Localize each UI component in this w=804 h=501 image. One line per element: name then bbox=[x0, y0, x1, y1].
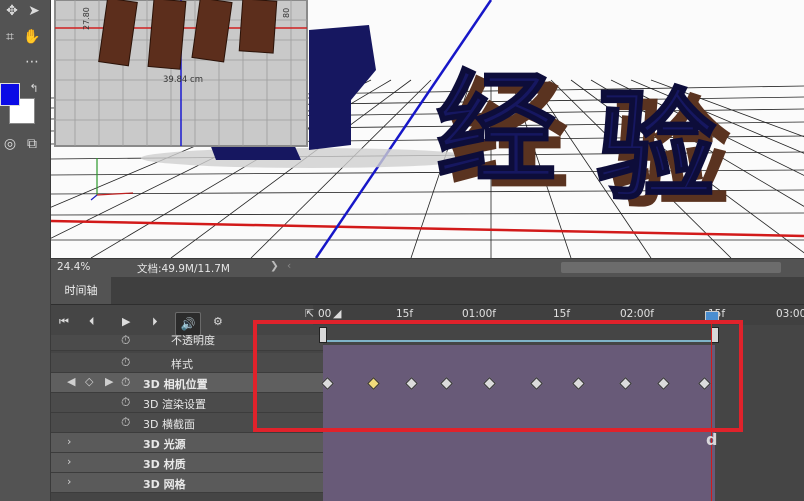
playhead-handle[interactable] bbox=[705, 311, 719, 323]
watermark: d bbox=[706, 430, 718, 449]
row-label: 样式 bbox=[171, 358, 193, 371]
layer-row-opacity[interactable]: ⏱ 不透明度 bbox=[51, 333, 323, 351]
stopwatch-icon[interactable]: ⏱ bbox=[121, 395, 130, 410]
row-label: 3D 渲染设置 bbox=[143, 398, 206, 411]
layer-row-camera-position[interactable]: ◀ ◇ ▶ ⏱ 3D 相机位置 bbox=[51, 373, 323, 393]
settings-gear-icon[interactable]: ⚙ bbox=[213, 315, 223, 328]
tools-panel: ✥ ➤ ⌗ ✋ ⋯ ↰ ◎ ⧉ bbox=[0, 0, 51, 501]
keyframe-track bbox=[321, 377, 723, 391]
ruler-tick: 00 bbox=[318, 308, 332, 320]
move-tool-icon[interactable]: ✥ bbox=[2, 4, 22, 18]
track-area[interactable] bbox=[319, 325, 804, 501]
scroll-left-icon[interactable]: ‹ bbox=[287, 260, 291, 272]
time-ruler[interactable]: ⇱ ◢ 00 15f 01:00f 15f 02:00f 15f 03:00 bbox=[305, 305, 804, 325]
ruler-tick: 02:00f bbox=[620, 308, 654, 320]
row-label: 3D 相机位置 bbox=[143, 378, 208, 391]
status-bar: 24.4% 文档:49.9M/11.7M ❯ ‹ bbox=[51, 258, 804, 277]
layer-group-meshes[interactable]: › 3D 网格 bbox=[51, 473, 323, 493]
screen-mode-icon[interactable]: ⧉ bbox=[22, 137, 42, 151]
stopwatch-icon[interactable]: ⏱ bbox=[121, 375, 130, 390]
expand-chevron-icon[interactable]: › bbox=[67, 455, 71, 468]
row-label: 3D 网格 bbox=[143, 478, 186, 491]
ruler-tick: 03:00 bbox=[776, 308, 804, 320]
ruler-tick: 15f bbox=[396, 308, 414, 320]
keyframe-diamond[interactable] bbox=[530, 377, 543, 390]
row-label: 3D 横截面 bbox=[143, 418, 195, 431]
object-shadow bbox=[141, 148, 481, 168]
quick-mask-icon[interactable]: ◎ bbox=[0, 137, 20, 151]
3d-scene[interactable]: 经 经 验 验 27.80 80 39.84 cm bbox=[51, 0, 804, 258]
next-keyframe-icon[interactable]: ▶ bbox=[105, 375, 113, 388]
playhead-line[interactable] bbox=[711, 313, 712, 501]
work-area-bar[interactable] bbox=[319, 327, 719, 343]
layer-row-render-settings[interactable]: ⏱ 3D 渲染设置 bbox=[51, 393, 323, 413]
document-size: 文档:49.9M/11.7M bbox=[137, 263, 230, 275]
keyframe-diamond[interactable] bbox=[440, 377, 453, 390]
expand-chevron-icon[interactable]: › bbox=[67, 475, 71, 488]
keyframe-diamond[interactable] bbox=[698, 377, 711, 390]
keyframe-diamond[interactable] bbox=[619, 377, 632, 390]
swap-colors-icon[interactable]: ↰ bbox=[24, 82, 44, 96]
layer-group-materials[interactable]: › 3D 材质 bbox=[51, 453, 323, 473]
3d-char-2: 验 bbox=[596, 78, 716, 217]
first-frame-icon[interactable]: ⏮ bbox=[59, 315, 69, 329]
foreground-color-swatch[interactable] bbox=[0, 83, 20, 106]
next-frame-icon[interactable]: ⏵ bbox=[152, 315, 158, 329]
row-label: 不透明度 bbox=[171, 334, 215, 347]
split-at-playhead-icon[interactable]: ⇱ bbox=[305, 307, 314, 320]
layer-row-cross-section[interactable]: ⏱ 3D 横截面 bbox=[51, 413, 323, 433]
inset-measure-vertical: 27.80 bbox=[82, 7, 91, 30]
layer-group-lights[interactable]: › 3D 光源 bbox=[51, 433, 323, 453]
status-menu-arrow-icon[interactable]: ❯ bbox=[270, 260, 279, 272]
work-area-end-handle[interactable] bbox=[711, 327, 719, 343]
selection-arrow-icon[interactable]: ➤ bbox=[24, 4, 44, 18]
work-area-line bbox=[323, 340, 715, 342]
ruler-tick: 15f bbox=[553, 308, 571, 320]
ruler-tick: 01:00f bbox=[462, 308, 496, 320]
timeline-tab-bar: 时间轴 bbox=[51, 277, 804, 305]
speaker-icon: 🔊 bbox=[180, 317, 196, 331]
prev-keyframe-icon[interactable]: ◀ bbox=[67, 375, 75, 388]
play-icon[interactable]: ▶ bbox=[122, 315, 130, 328]
row-label: 3D 光源 bbox=[143, 438, 186, 451]
secondary-view-panel[interactable]: 27.80 80 39.84 cm bbox=[54, 0, 308, 147]
prev-frame-icon[interactable]: ⏴ bbox=[89, 315, 95, 329]
layer-clip[interactable] bbox=[323, 345, 715, 501]
zoom-level[interactable]: 24.4% bbox=[57, 261, 90, 273]
work-area-start-handle[interactable] bbox=[319, 327, 327, 343]
tab-timeline[interactable]: 时间轴 bbox=[51, 277, 111, 304]
transition-icon[interactable]: ◢ bbox=[333, 307, 341, 320]
3d-viewport[interactable]: 经 经 验 验 27.80 80 39.84 cm bbox=[51, 0, 804, 258]
add-keyframe-icon[interactable]: ◇ bbox=[85, 375, 93, 388]
timeline-panel: 时间轴 ⏮ ⏴ ▶ ⏵ 🔊 ⚙ ⇱ ◢ 00 15f 01:00f 15f 02… bbox=[51, 277, 804, 501]
stopwatch-icon[interactable]: ⏱ bbox=[121, 415, 130, 430]
stopwatch-icon[interactable]: ⏱ bbox=[121, 355, 130, 370]
3d-char-1: 经 bbox=[436, 60, 556, 199]
horizontal-scrollbar[interactable] bbox=[561, 262, 781, 273]
layer-row-style[interactable]: ⏱ 样式 bbox=[51, 353, 323, 373]
more-tools-icon[interactable]: ⋯ bbox=[22, 55, 42, 69]
keyframe-diamond[interactable] bbox=[483, 377, 496, 390]
stopwatch-icon[interactable]: ⏱ bbox=[121, 333, 130, 348]
crop-tool-icon[interactable]: ⌗ bbox=[0, 30, 20, 44]
keyframe-diamond[interactable] bbox=[321, 377, 334, 390]
keyframe-diamond[interactable] bbox=[657, 377, 670, 390]
expand-chevron-icon[interactable]: › bbox=[67, 435, 71, 448]
inset-measure-vertical-right: 80 bbox=[282, 8, 291, 18]
hand-tool-icon[interactable]: ✋ bbox=[22, 30, 42, 44]
keyframe-diamond[interactable] bbox=[572, 377, 585, 390]
keyframe-diamond[interactable] bbox=[367, 377, 380, 390]
inset-measure-horizontal: 39.84 cm bbox=[163, 75, 203, 85]
keyframe-diamond[interactable] bbox=[405, 377, 418, 390]
row-label: 3D 材质 bbox=[143, 458, 186, 471]
